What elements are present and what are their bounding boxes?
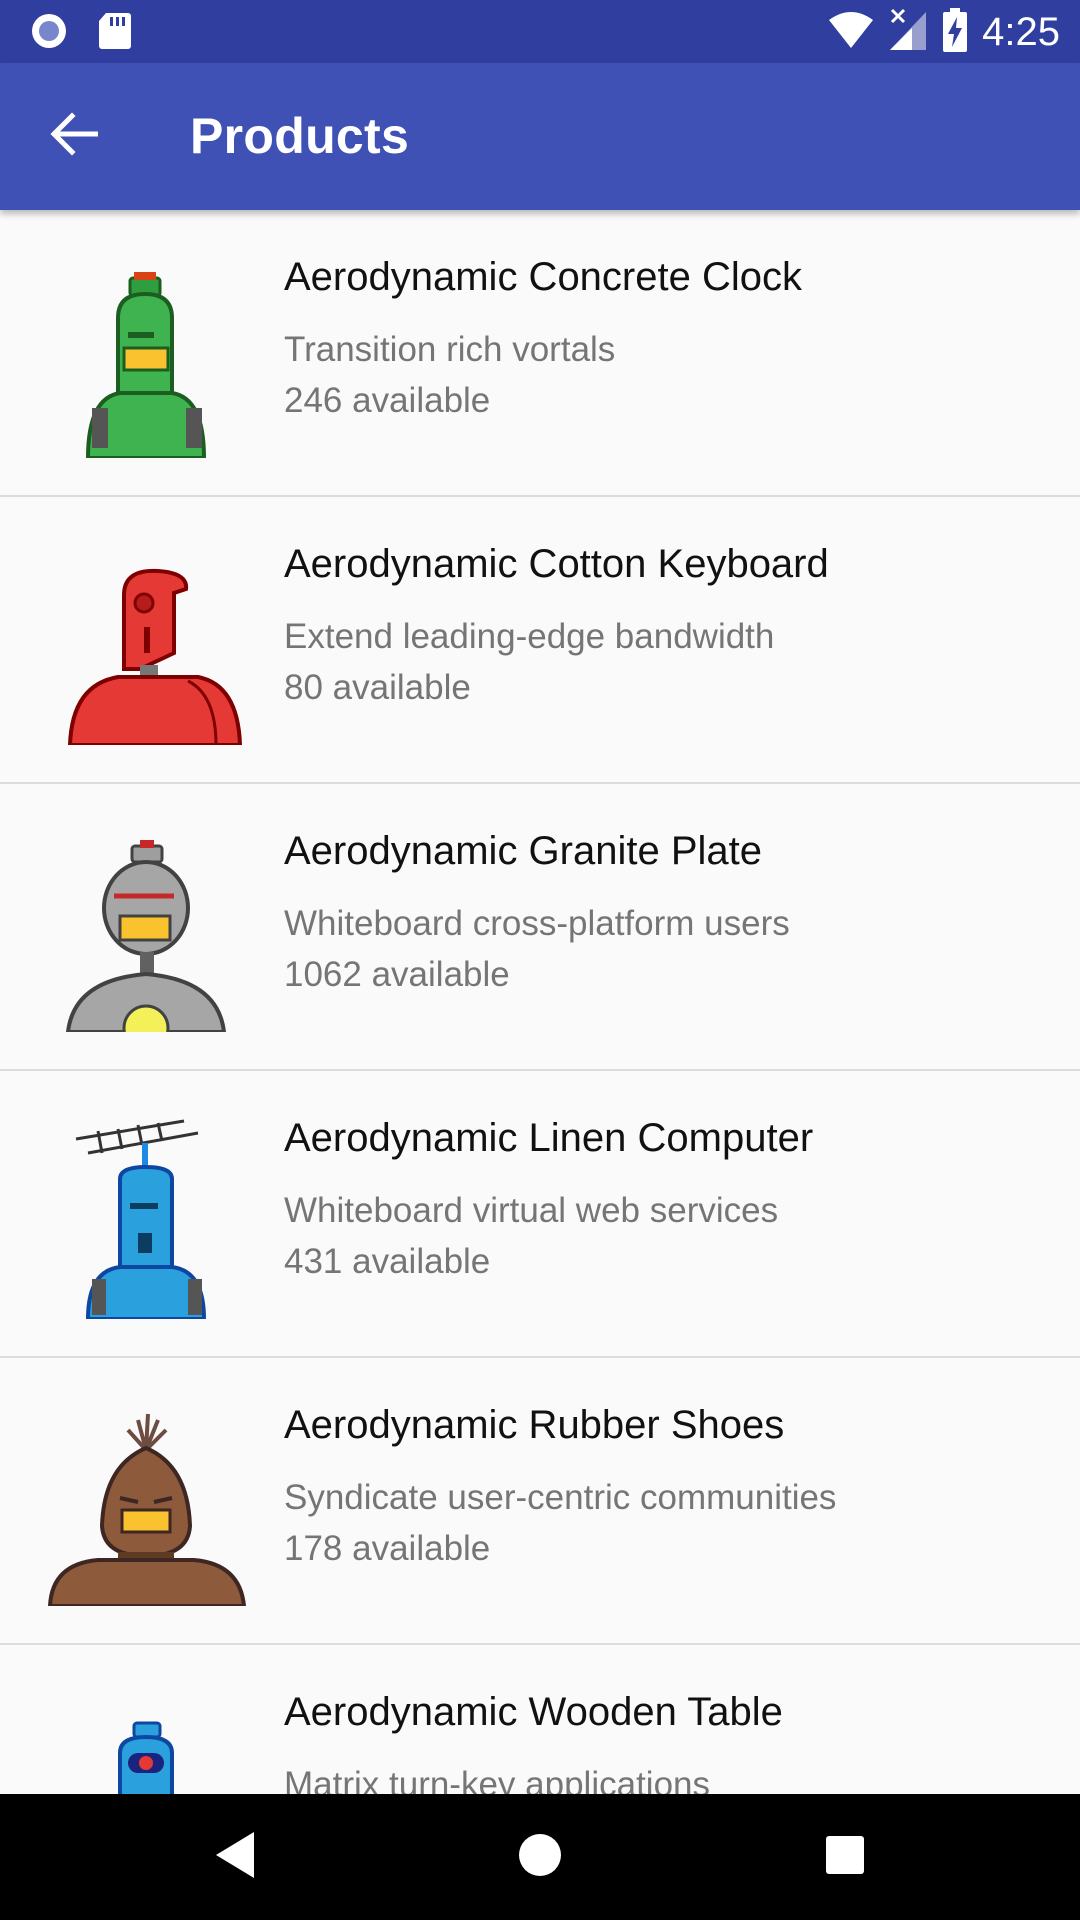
list-item[interactable]: Aerodynamic Concrete Clock Transition ri…: [0, 210, 1080, 497]
recents-square-icon: [824, 1834, 866, 1881]
notification-dot-icon: [30, 12, 68, 55]
product-title: Aerodynamic Linen Computer: [284, 1116, 814, 1160]
robot-avatar-image: [48, 258, 248, 460]
list-item[interactable]: Aerodynamic Wooden Table Matrix turn-key…: [0, 1645, 1080, 1794]
product-title: Aerodynamic Rubber Shoes: [284, 1403, 785, 1447]
navigation-bar: [0, 1794, 1080, 1920]
product-description: Syndicate user-centric communities: [284, 1478, 837, 1517]
product-description: Whiteboard cross-platform users: [284, 904, 790, 943]
sd-card-icon: [98, 12, 132, 55]
cell-signal-off-icon: [888, 8, 928, 57]
product-description: Whiteboard virtual web services: [284, 1191, 779, 1230]
arrow-back-icon: [50, 111, 99, 161]
product-availability: 246 available: [284, 381, 491, 420]
product-availability: 80 available: [284, 668, 471, 707]
product-availability: 1062 available: [284, 955, 510, 994]
list-item[interactable]: Aerodynamic Rubber Shoes Syndicate user-…: [0, 1358, 1080, 1645]
list-item[interactable]: Aerodynamic Linen Computer Whiteboard vi…: [0, 1071, 1080, 1358]
product-description: Matrix turn-key applications: [284, 1765, 710, 1794]
nav-back-button[interactable]: [200, 1822, 270, 1892]
product-title: Aerodynamic Granite Plate: [284, 829, 763, 873]
robot-avatar-image: [48, 545, 248, 747]
app-bar: Products: [0, 63, 1080, 210]
product-title: Aerodynamic Wooden Table: [284, 1690, 783, 1734]
product-title: Aerodynamic Cotton Keyboard: [284, 542, 829, 586]
product-list[interactable]: Aerodynamic Concrete Clock Transition ri…: [0, 210, 1080, 1794]
status-time: 4:25: [982, 10, 1060, 54]
wifi-icon: [828, 10, 874, 55]
page-title: Products: [190, 108, 410, 164]
robot-avatar-image: [48, 1693, 248, 1794]
list-item[interactable]: Aerodynamic Granite Plate Whiteboard cro…: [0, 784, 1080, 1071]
nav-home-button[interactable]: [505, 1822, 575, 1892]
product-title: Aerodynamic Concrete Clock: [284, 255, 802, 299]
robot-avatar-image: [48, 1119, 248, 1321]
product-description: Transition rich vortals: [284, 330, 616, 369]
product-availability: 431 available: [284, 1242, 491, 1281]
product-description: Extend leading-edge bandwidth: [284, 617, 775, 656]
nav-recents-button[interactable]: [810, 1822, 880, 1892]
home-circle-icon: [517, 1832, 563, 1883]
robot-avatar-image: [47, 1406, 248, 1608]
product-availability: 178 available: [284, 1529, 491, 1568]
back-button[interactable]: [36, 103, 112, 169]
list-item[interactable]: Aerodynamic Cotton Keyboard Extend leadi…: [0, 497, 1080, 784]
status-bar: 4:25: [0, 0, 1080, 63]
robot-avatar-image: [48, 832, 248, 1052]
back-triangle-icon: [212, 1830, 258, 1885]
battery-charging-icon: [942, 8, 968, 57]
